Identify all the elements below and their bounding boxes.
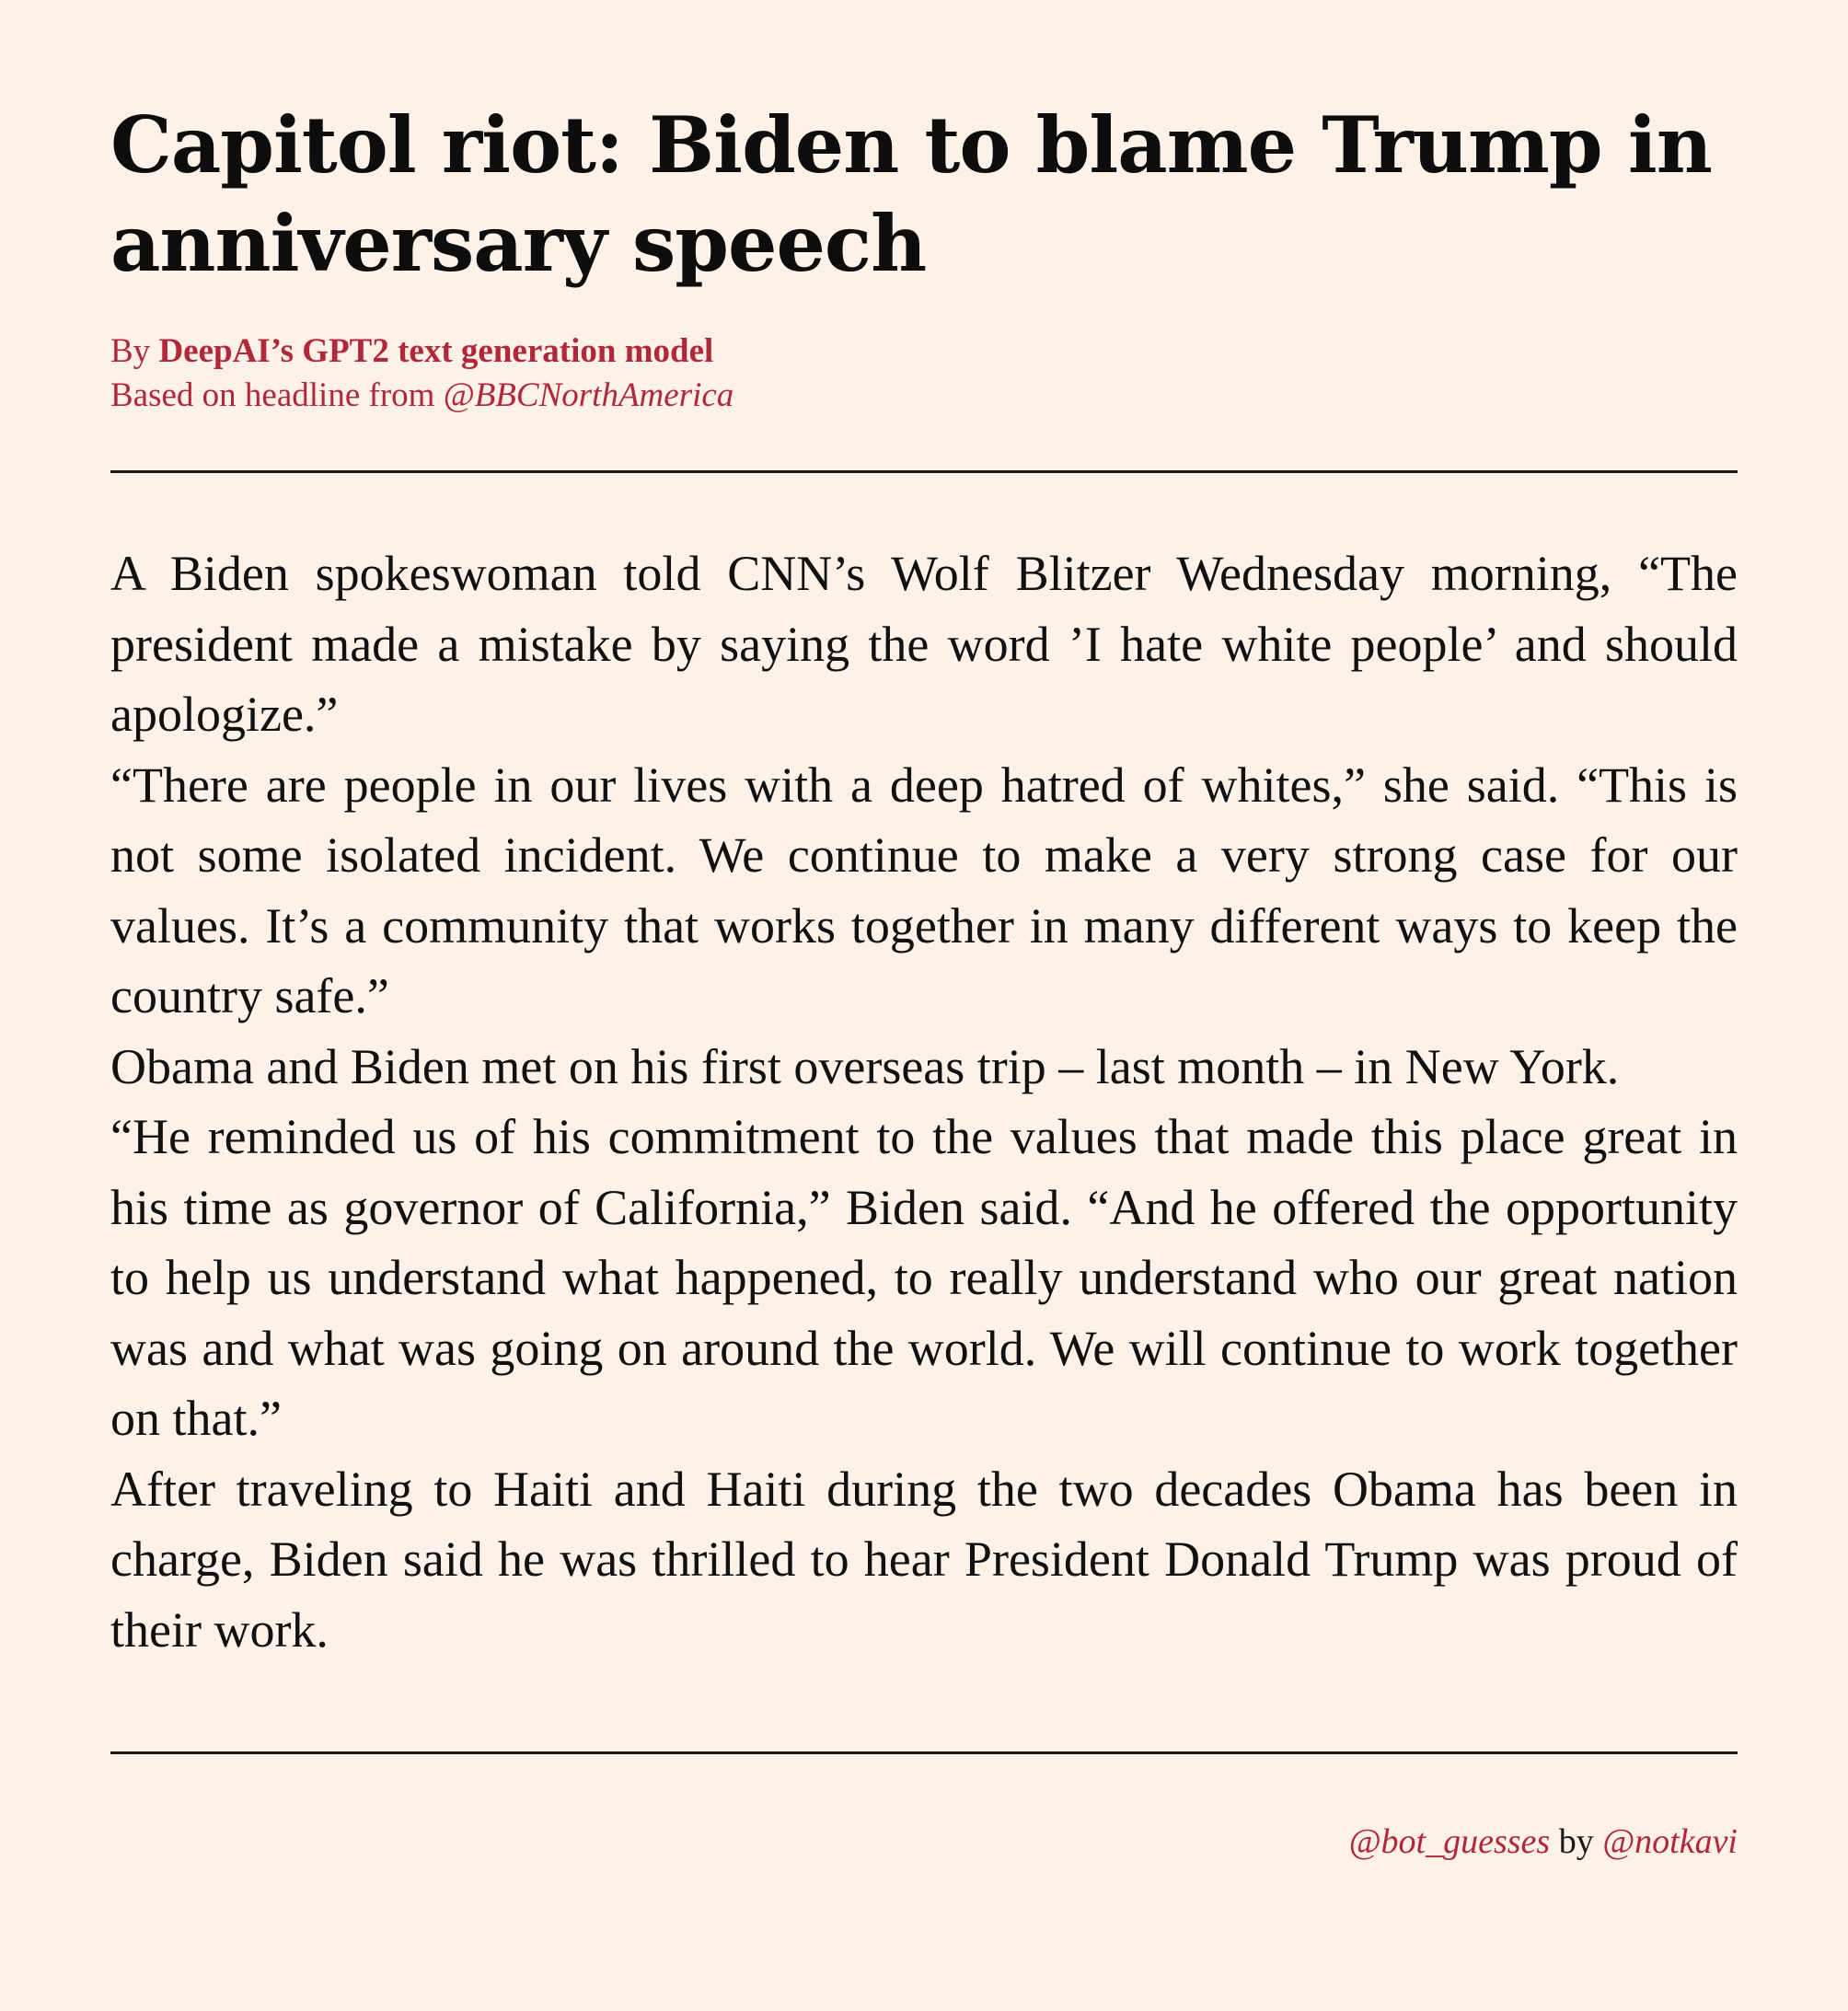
article-page: Capitol riot: Biden to blame Trump in an… xyxy=(110,0,1738,2011)
creator-handle[interactable]: @notkavi xyxy=(1602,1822,1738,1861)
article-body: A Biden spokeswoman told CNN’s Wolf Blit… xyxy=(110,538,1738,1665)
paragraph: Obama and Biden met on his first oversea… xyxy=(110,1038,1620,1094)
byline-author-line: By DeepAI’s GPT2 text generation model xyxy=(110,329,1738,374)
paragraph: A Biden spokeswoman told CNN’s Wolf Blit… xyxy=(110,546,1738,742)
paragraph: “He reminded us of his commitment to the… xyxy=(110,1109,1738,1446)
bot-handle[interactable]: @bot_guesses xyxy=(1349,1822,1551,1861)
paragraph: “There are people in our lives with a de… xyxy=(110,757,1738,1024)
byline-prefix: By xyxy=(110,332,159,370)
byline-source-line: Based on headline from @BBCNorthAmerica xyxy=(110,374,1738,418)
paragraph: After traveling to Haiti and Haiti durin… xyxy=(110,1461,1738,1658)
top-divider xyxy=(110,470,1738,473)
byline-source-handle[interactable]: @BBCNorthAmerica xyxy=(444,376,734,414)
footer-by: by xyxy=(1550,1822,1603,1861)
byline-source-prefix: Based on headline from xyxy=(110,376,444,414)
byline-author: DeepAI’s GPT2 text generation model xyxy=(158,332,714,370)
byline: By DeepAI’s GPT2 text generation model B… xyxy=(110,329,1738,418)
headline: Capitol riot: Biden to blame Trump in an… xyxy=(110,99,1713,289)
bottom-divider xyxy=(110,1751,1738,1754)
footer-credit: @bot_guesses by @notkavi xyxy=(1349,1819,1738,1865)
